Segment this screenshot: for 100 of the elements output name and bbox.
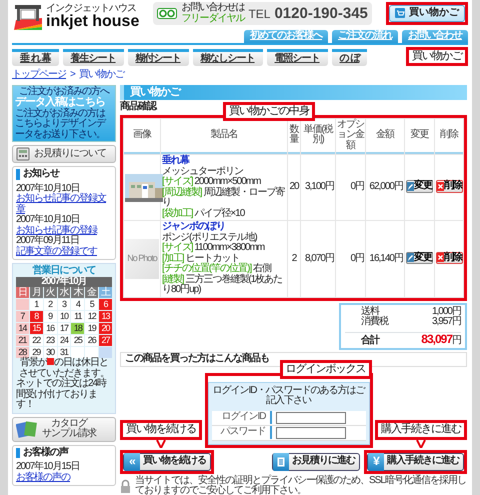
calendar-day: 30 [44,347,57,358]
change-button[interactable]: 変更 [406,180,433,193]
column-header: 変更 [405,118,434,154]
calendar-day [85,347,98,358]
weekday-cell: 水 [58,287,70,298]
cart-icon [394,8,405,18]
estimate-link[interactable]: お見積りについて [12,145,116,164]
banner-caption: ご注文がお済みの方へ [18,86,110,96]
change-button[interactable]: 変更 [406,252,433,264]
product-name-link[interactable]: 垂れ幕 [162,156,286,167]
calendar-day: 20 [99,323,112,334]
field-label: ログインID [212,411,272,424]
category-tab[interactable]: の ぼ [332,48,368,66]
calendar-day: 3 [58,299,70,310]
callout-pointer [156,440,166,448]
column-header: 数量 [288,118,300,154]
weekday-cell: 金 [85,287,98,298]
calendar-day: 4 [71,299,84,310]
product-material: ポンジ(ポリエステル地) [162,232,257,243]
calendar-day [71,347,84,358]
column-header: 削除 [435,118,463,154]
calendar-day: 23 [44,335,57,346]
tel-label: TEL [248,8,270,20]
delete-button[interactable]: 削除 [436,180,463,193]
quantity-cell: 20 [288,155,300,220]
summary-label: 送料 [360,306,379,317]
weekday-cell: 日 [16,287,29,298]
callout-label: 買い物かごの中身 [223,102,315,122]
column-header: 単価(税別) [301,118,335,154]
category-tab[interactable]: 糊付シート [128,48,189,66]
panel-title: お知らせ [16,169,112,180]
page-title: 買い物かご [120,84,467,100]
column-header: オプション金額 [336,118,365,154]
placeholder-text: No Photo [127,254,157,264]
column-header: 画像 [124,118,160,154]
banner-title: データ入稿はこちら [15,97,106,108]
calendar-day: 9 [44,311,57,322]
news-date: 2007年10月10日 [16,184,80,194]
column-header: 製品名 [161,118,287,154]
field-label: パスワード [212,426,272,439]
total-amount: 83,097円 [421,332,461,346]
product-option: [袋加工] パイプ径×10 [162,208,286,220]
catalog-label: カタログ [51,418,88,429]
section-heading: 商品確認 [120,102,156,113]
news-link[interactable]: お知らせ記事の登録 [16,226,112,236]
security-note: 当サイトでは、安全性の証明とプライバシー保護のため、SSL暗号化通信を採用しておりますのでご安心してご利用下さい。 [135,476,467,495]
calendar-day: 15 [30,323,43,334]
summary-label: 消費税 [360,317,388,328]
calendar-day [99,347,112,358]
calendar-day: 7 [16,311,29,322]
breadcrumb-link[interactable]: トップページ [12,70,66,80]
calendar-day: 24 [58,335,70,346]
upload-banner[interactable]: ご注文がお済みの方へ データ入稿はこちら ご注文がお済みの方はこちらよりデザインデータをお送り下さい。 [12,84,116,142]
double-chevron-icon: « [124,452,140,471]
delete-button[interactable]: 削除 [436,252,463,264]
product-option: [サイズ] 1100mm×3800mm [162,243,286,254]
summary-value: 3,957円 [432,317,461,328]
calendar-day: 13 [99,311,112,322]
product-material: メッシュターポリン [162,166,244,177]
weekday-cell: 月 [30,287,43,298]
total-label: 合計 [360,336,379,346]
banner-text: ご注文がお済みの方はこちらよりデザインデータをお送り下さい。 [15,108,107,140]
catalog-link[interactable]: カタログ サンプル請求 [12,416,116,442]
calendar-day: 26 [85,335,98,346]
voice-date: 2007年10月15日 [16,462,80,472]
news-link[interactable]: お知らせ記事の登録文章 [16,194,112,216]
catalog-label: サンプル請求 [42,429,96,440]
input-field[interactable] [276,412,346,424]
calendar-day: 25 [71,335,84,346]
action-button[interactable]: « 買い物を続ける [123,452,211,471]
phone-caption: お問い合わせは [181,3,244,13]
cart-button[interactable]: 買い物かご [388,5,465,22]
product-name-link[interactable]: ジャンボのぼり [162,222,286,233]
login-prompt: ログインID・パスワードのある方はご記入下さい [212,386,366,407]
category-tab[interactable]: 垂 れ 幕 [12,48,59,66]
action-button[interactable]: ¥ 購入手続きに進む [367,452,464,471]
calendar-day: 1 [30,299,43,310]
callout-label: 購入手続きに進む [375,420,467,440]
category-tab[interactable]: 電照シート [266,48,328,66]
category-tab[interactable]: 糊なしシート [192,48,263,66]
calendar-day: 17 [58,323,70,334]
price-cell: 3,100円 [301,155,335,220]
category-tab[interactable]: 養生シート [62,48,124,66]
calendar-day: 2 [44,299,57,310]
voice-link[interactable]: お客様の声の [16,472,112,484]
action-button[interactable]: お見積りに進む [272,452,360,471]
callout-label: 買い物を続ける [120,420,202,440]
breadcrumb-separator: > [70,70,75,80]
input-field[interactable] [276,426,346,439]
calendar-day: 12 [85,311,98,322]
calendar-day: 22 [30,335,43,346]
product-option: [縫製] 三方三つ巻縫製(1枚あたり80円up) [162,274,286,296]
calendar-day: 6 [99,299,112,310]
calendar-day: 19 [85,323,98,334]
news-link[interactable]: 記事文章の登録です [16,246,112,258]
document-icon [277,456,285,467]
calendar-day [16,299,29,310]
product-option: [サイズ] 2000mm×500mm [162,177,286,188]
yen-icon: ¥ [368,452,384,471]
calendar-note: 背景が の日は休日とさせていただきます。 [19,358,110,379]
